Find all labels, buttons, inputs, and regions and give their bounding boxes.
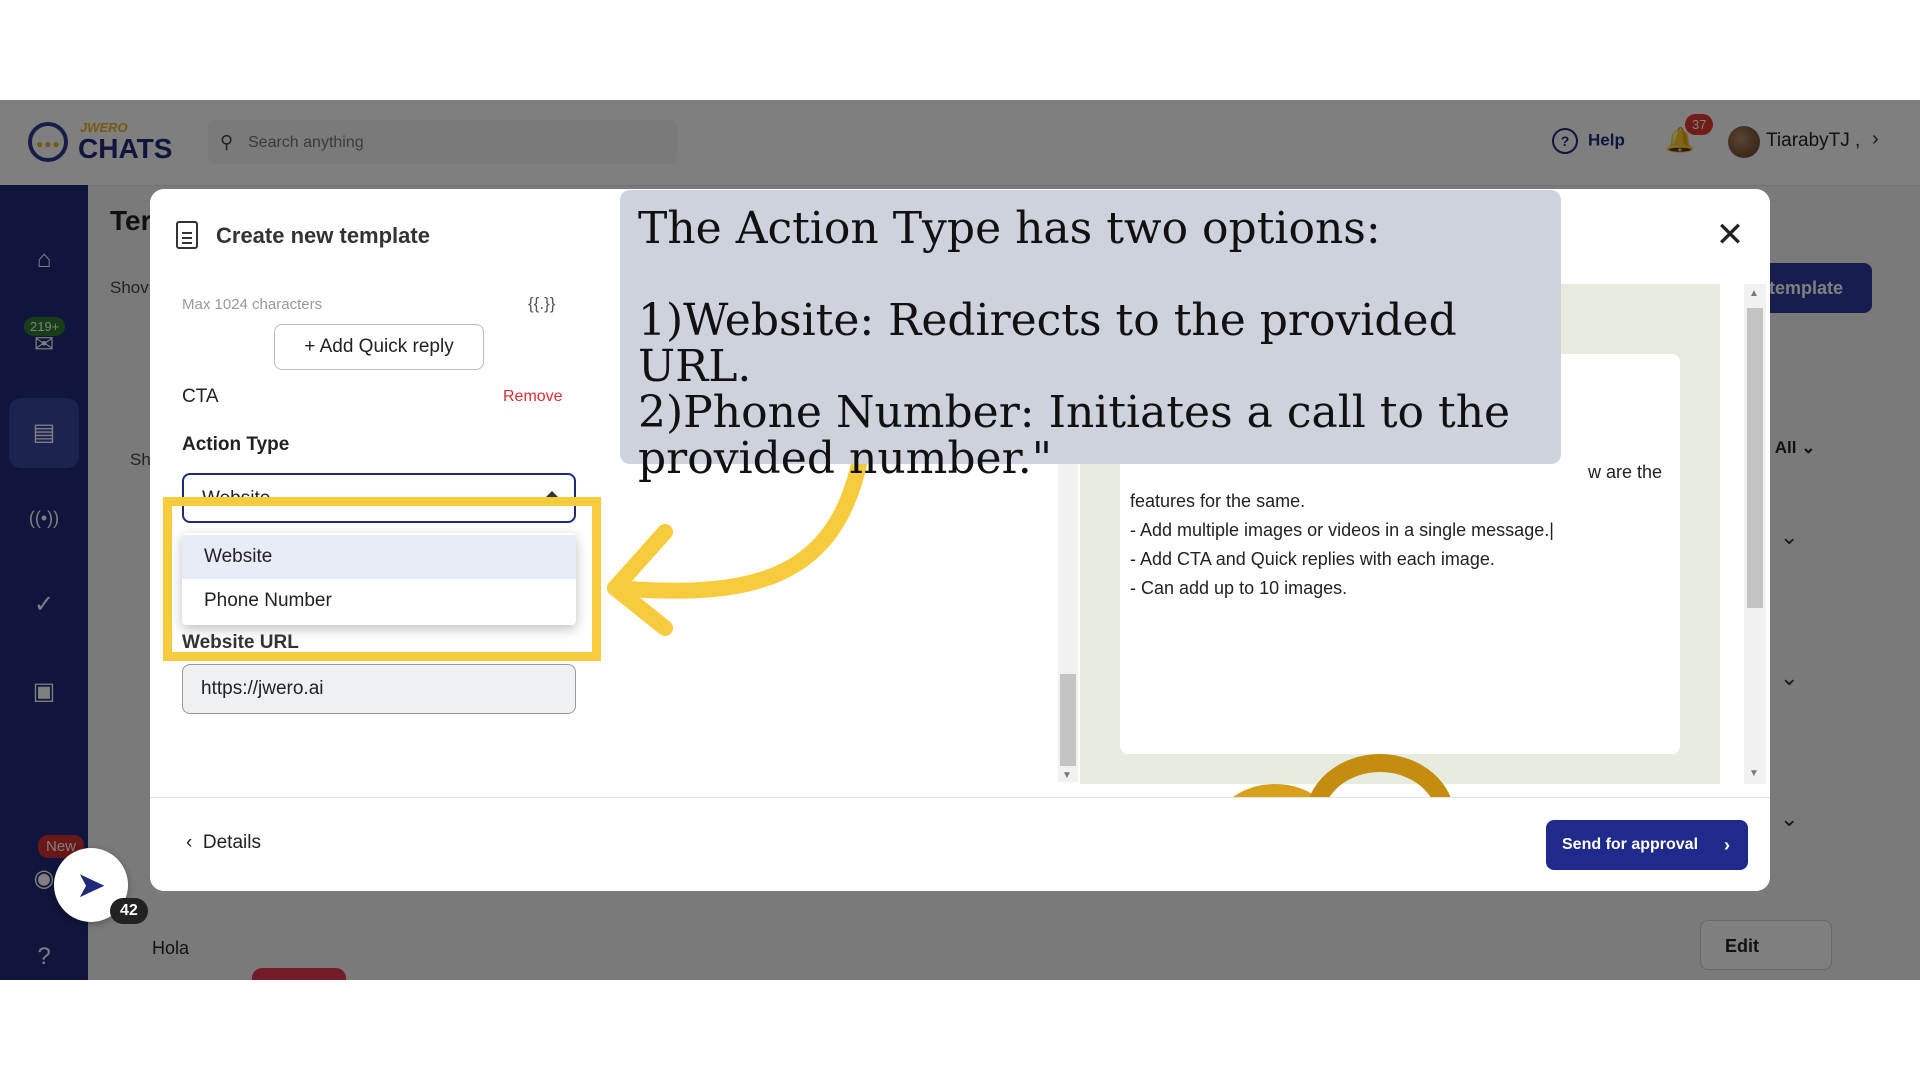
callout-text: The Action Type has two options: 1)Websi… bbox=[638, 203, 1511, 484]
tutorial-callout: The Action Type has two options: 1)Websi… bbox=[620, 190, 1561, 482]
rocket-count-badge: 42 bbox=[110, 898, 148, 924]
